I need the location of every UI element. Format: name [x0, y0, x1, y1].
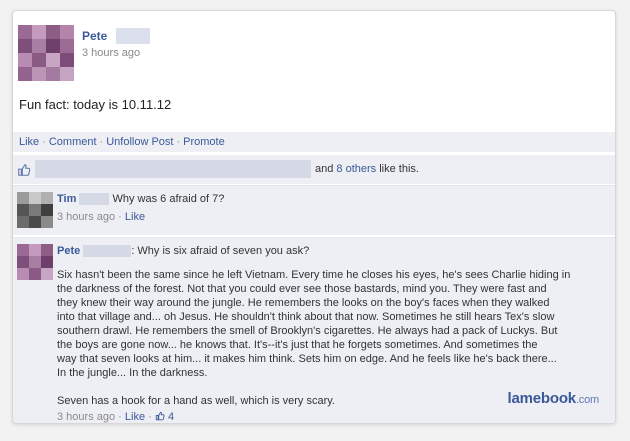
comment-item: Tim Why was 6 afraid of 7? 3 hours ago ·…	[13, 185, 615, 235]
comment-text: Why was 6 afraid of 7?	[112, 193, 225, 205]
separator: ·	[99, 136, 104, 148]
commenter-name[interactable]: Pete	[57, 245, 80, 257]
redacted-surname	[79, 193, 110, 206]
comment-body: Tim Why was 6 afraid of 7? 3 hours ago ·…	[57, 192, 607, 224]
separator: ·	[176, 136, 181, 148]
promote-button[interactable]: Promote	[183, 136, 225, 148]
author-avatar[interactable]	[18, 25, 74, 81]
redacted-surname	[83, 245, 132, 258]
watermark-tld: .com	[575, 394, 599, 406]
separator: ·	[42, 136, 46, 148]
redacted-liker-names	[35, 160, 311, 178]
thumbs-up-icon	[18, 164, 31, 176]
post-header: Pete 3 hours ago	[18, 25, 608, 95]
likes-summary: and 8 others like this.	[13, 154, 615, 184]
comment-timestamp[interactable]: 3 hours ago	[57, 211, 115, 223]
comment-like-button[interactable]: Like	[125, 411, 145, 423]
like-button[interactable]: Like	[19, 136, 39, 148]
commenter-avatar[interactable]	[17, 244, 53, 280]
separator: ·	[148, 411, 152, 423]
likes-suffix: like this.	[379, 163, 419, 175]
comment-like-button[interactable]: Like	[125, 211, 145, 223]
comment-button[interactable]: Comment	[49, 136, 97, 148]
commenter-name[interactable]: Tim	[57, 193, 76, 205]
comment-like-count[interactable]: 4	[168, 411, 174, 423]
post-author-name[interactable]: Pete	[82, 29, 107, 43]
post-timestamp[interactable]: 3 hours ago	[82, 47, 140, 59]
likes-and: and	[315, 163, 334, 175]
redacted-surname	[116, 28, 150, 44]
story-line: southern drawl. He remembers the smell o…	[57, 325, 558, 337]
post-actions-bar: Like · Comment · Unfollow Post · Promote	[13, 132, 615, 152]
story-line: the boys are gone now... he knows that. …	[57, 339, 538, 351]
story-line: In the jungle... In the darkness.	[57, 367, 208, 379]
unfollow-post-button[interactable]: Unfollow Post	[106, 136, 173, 148]
watermark-brand: lamebook	[507, 390, 577, 407]
thumbs-up-icon	[155, 411, 165, 421]
comment-timestamp[interactable]: 3 hours ago	[57, 411, 115, 423]
story-line: Six hasn't been the same since he left V…	[57, 269, 571, 281]
comment-story: Six hasn't been the same since he left V…	[57, 268, 607, 408]
comment-item: Pete : Why is six afraid of seven you as…	[13, 237, 615, 423]
post-message: Fun fact: today is 10.11.12	[19, 97, 172, 112]
story-line: into that village and... oh Jesus. He sh…	[57, 311, 555, 323]
separator: ·	[118, 211, 122, 223]
others-link[interactable]: 8 others	[336, 163, 376, 175]
facebook-post-card: Pete 3 hours ago Fun fact: today is 10.1…	[12, 10, 616, 424]
separator: ·	[118, 411, 122, 423]
comment-intro: : Why is six afraid of seven you ask?	[131, 245, 310, 257]
story-line: they knew their way around the jungle. H…	[57, 297, 550, 309]
pixelated-avatar-image	[18, 25, 74, 81]
lamebook-watermark: lamebook.com	[507, 390, 600, 407]
commenter-avatar[interactable]	[17, 192, 53, 228]
story-line: way that seven looks at him... it makes …	[57, 353, 557, 365]
story-line: the darkness of the forest. Not that you…	[57, 283, 547, 295]
likes-text: and 8 others like this.	[315, 163, 419, 175]
